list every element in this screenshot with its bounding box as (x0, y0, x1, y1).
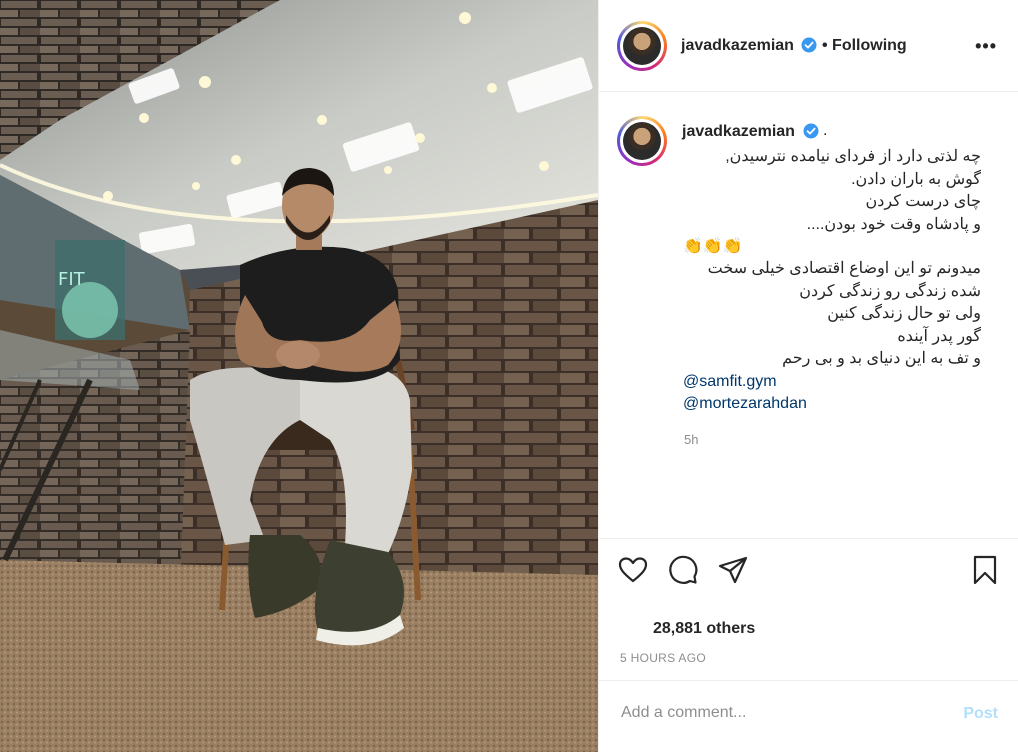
post-photo[interactable]: FIT (0, 0, 598, 752)
author-username[interactable]: javadkazemian (681, 37, 794, 55)
caption-line: چه لذتی دارد از فردای نیامده نترسیدن, (725, 148, 981, 165)
caption-line: و پادشاه وقت خود بودن.... (806, 215, 981, 233)
following-status-button[interactable]: • Following (822, 37, 907, 55)
heart-outline-icon[interactable] (617, 554, 649, 586)
caption-time[interactable]: 5h (684, 432, 698, 447)
caption-line: گوش به باران دادن. (851, 170, 981, 188)
verified-badge-icon (801, 37, 817, 53)
gym-sign-text: FIT (58, 269, 86, 290)
bookmark-outline-icon[interactable] (969, 554, 1001, 586)
post-header: javadkazemian • Following ••• (599, 0, 1018, 92)
caption-line: شده زندگی رو زندگی کردن (799, 282, 981, 300)
caption-line: گور پدر آینده (897, 327, 981, 345)
verified-badge-icon (803, 123, 819, 139)
post-comment-button[interactable]: Post (963, 705, 998, 723)
caption-line: و تف به این دنیای بد و بی رحم (782, 350, 981, 367)
clapping-emoji: 👏👏👏 (683, 238, 743, 255)
caption-suffix: . (823, 122, 828, 139)
post-details-panel: javadkazemian • Following ••• javadkazem… (598, 0, 1018, 752)
caption-text: چه لذتی دارد از فردای نیامده نترسیدن, گو… (683, 146, 981, 416)
action-bar (599, 538, 1018, 598)
author-avatar[interactable] (617, 21, 667, 71)
caption-author-avatar[interactable] (617, 116, 667, 166)
caption-username[interactable]: javadkazemian (682, 123, 795, 141)
comment-input[interactable] (619, 703, 933, 723)
mention-link[interactable]: @mortezarahdan (683, 393, 981, 416)
speech-bubble-icon[interactable] (667, 554, 699, 586)
more-options-icon[interactable]: ••• (975, 36, 997, 57)
post-timestamp[interactable]: 5 HOURS AGO (620, 651, 706, 665)
caption-line: میدونم تو این اوضاع اقتصادی خیلی سخت (707, 260, 981, 277)
post-photo-illustration: FIT (0, 0, 598, 752)
comment-bar: Post (599, 680, 1018, 752)
likes-count[interactable]: 28,881 others (653, 620, 755, 638)
caption-line: چای درست کردن (865, 193, 981, 210)
caption-line: ولی تو حال زندگی کنین (827, 305, 981, 322)
caption-area: javadkazemian . چه لذتی دارد از فردای نی… (599, 92, 1018, 538)
paper-plane-icon[interactable] (717, 554, 749, 586)
mention-link[interactable]: @samfit.gym (683, 371, 981, 394)
instagram-post: FIT javadkazemian • Following ••• javadk… (0, 0, 1018, 752)
